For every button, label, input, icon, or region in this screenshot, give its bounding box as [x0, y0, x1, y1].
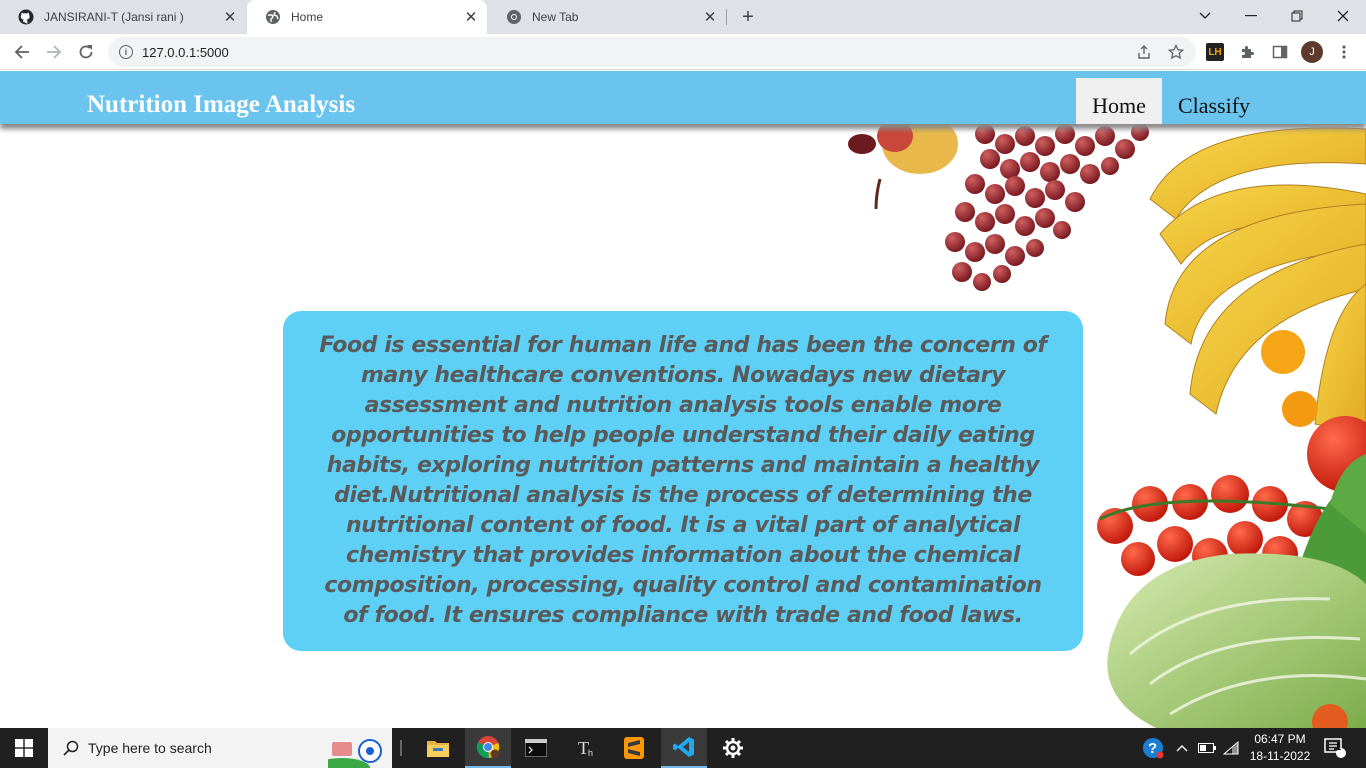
- site-navbar: Nutrition Image Analysis Home Classify: [0, 71, 1366, 124]
- minimize-button[interactable]: [1228, 0, 1274, 32]
- vscode-icon[interactable]: [661, 728, 707, 768]
- chevron-up-icon[interactable]: [1172, 728, 1192, 768]
- tab-github[interactable]: JANSIRANI-T (Jansi rani ) ✕: [0, 0, 246, 34]
- close-icon[interactable]: ✕: [220, 7, 240, 27]
- svg-text:?: ?: [1148, 740, 1157, 757]
- chrome-taskbar-icon[interactable]: [465, 728, 511, 768]
- info-icon[interactable]: i: [119, 45, 133, 59]
- nav-home-link[interactable]: Home: [1076, 78, 1162, 124]
- side-panel-icon[interactable]: [1269, 41, 1291, 63]
- typora-icon[interactable]: Th: [563, 728, 609, 768]
- forward-button[interactable]: [41, 39, 67, 65]
- close-icon[interactable]: ✕: [461, 7, 481, 27]
- close-window-button[interactable]: [1320, 0, 1366, 32]
- tab-separator: [726, 9, 727, 25]
- close-icon[interactable]: ✕: [700, 7, 720, 27]
- globe-icon: [265, 9, 281, 25]
- notification-count: 1: [1336, 742, 1342, 752]
- terminal-icon[interactable]: [513, 728, 559, 768]
- github-icon: [18, 9, 34, 25]
- notification-center-icon[interactable]: 1: [1320, 728, 1350, 768]
- reload-button[interactable]: [73, 39, 99, 65]
- tab-home[interactable]: Home ✕: [247, 0, 487, 34]
- help-icon[interactable]: ?: [1140, 728, 1166, 768]
- svg-text:h: h: [588, 748, 593, 758]
- site-brand: Nutrition Image Analysis: [87, 91, 356, 118]
- chrome-icon: [506, 9, 522, 25]
- lighthouse-extension-icon[interactable]: LH: [1206, 43, 1224, 61]
- tab-strip: JANSIRANI-T (Jansi rani ) ✕ Home ✕ New T…: [0, 0, 1366, 34]
- clock-date: 18-11-2022: [1249, 749, 1311, 763]
- description-text: Food is essential for human life and has…: [319, 333, 1047, 628]
- sublime-text-icon[interactable]: [611, 728, 657, 768]
- menu-kebab-icon[interactable]: [1333, 41, 1355, 63]
- taskbar-divider: [400, 740, 402, 756]
- file-explorer-icon[interactable]: [415, 728, 461, 768]
- bookmark-star-icon[interactable]: [1166, 42, 1186, 62]
- chevron-down-icon[interactable]: [1182, 0, 1228, 32]
- browser-toolbar: i 127.0.0.1:5000 LH J: [0, 34, 1366, 70]
- battery-icon[interactable]: [1196, 728, 1218, 768]
- web-page: Nutrition Image Analysis Home Classify F…: [0, 71, 1366, 728]
- search-icon: [62, 739, 80, 757]
- share-icon[interactable]: [1134, 42, 1154, 62]
- taskbar-search-box[interactable]: Type here to search: [48, 728, 392, 773]
- description-card: Food is essential for human life and has…: [283, 311, 1083, 651]
- search-placeholder: Type here to search: [88, 740, 212, 756]
- clock-time: 06:47 PM: [1254, 732, 1306, 746]
- address-bar[interactable]: i 127.0.0.1:5000: [108, 37, 1196, 67]
- tab-title: JANSIRANI-T (Jansi rani ): [44, 10, 184, 24]
- profile-avatar[interactable]: J: [1301, 41, 1323, 63]
- tab-new-tab[interactable]: New Tab ✕: [488, 0, 726, 34]
- tab-title: New Tab: [532, 10, 579, 24]
- puzzle-extensions-icon[interactable]: [1237, 41, 1259, 63]
- system-clock[interactable]: 06:47 PM 18-11-2022: [1240, 731, 1320, 765]
- tab-title: Home: [291, 10, 324, 24]
- wifi-icon[interactable]: [1220, 728, 1242, 768]
- windows-start-icon[interactable]: [0, 728, 48, 768]
- nav-classify-link[interactable]: Classify: [1162, 78, 1266, 124]
- new-tab-button[interactable]: +: [737, 6, 759, 28]
- back-button[interactable]: [9, 39, 35, 65]
- restore-button[interactable]: [1274, 0, 1320, 32]
- url-text: 127.0.0.1:5000: [142, 44, 229, 60]
- windows-taskbar: Type here to search Th ? 06:47 PM 18-11-…: [0, 728, 1366, 773]
- settings-gear-icon[interactable]: [710, 728, 756, 768]
